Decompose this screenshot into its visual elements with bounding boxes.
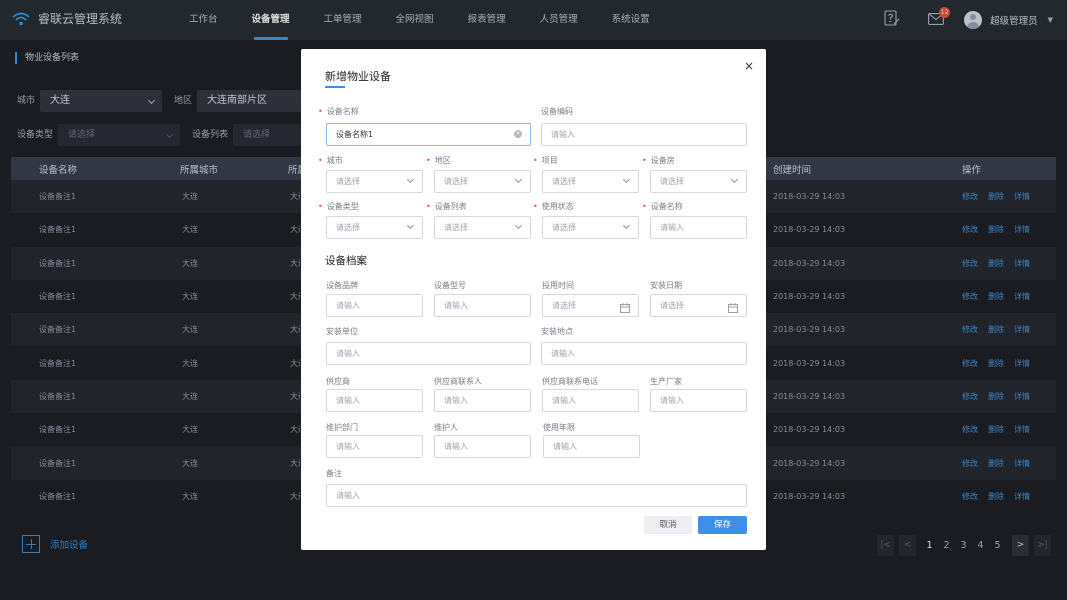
- calendar-icon: [620, 300, 630, 321]
- supplier-contact-input[interactable]: 请输入: [434, 389, 531, 412]
- chevron-down-icon: [622, 175, 631, 184]
- required-mark: •: [642, 156, 647, 165]
- model-label: 设备型号: [434, 281, 466, 290]
- chevron-down-icon: [406, 221, 415, 230]
- device-name-label-text: 设备名称: [326, 107, 359, 116]
- device-list-label: • 设备列表: [426, 201, 467, 212]
- project-label-text: 项目: [541, 156, 558, 165]
- install-date-picker[interactable]: 请选择: [650, 294, 747, 317]
- required-mark: •: [533, 202, 538, 211]
- supplier-input[interactable]: 请输入: [326, 389, 423, 412]
- calendar-icon: [728, 300, 738, 321]
- usage-status-select-placeholder: 请选择: [552, 223, 576, 232]
- device-type-label: • 设备类型: [318, 201, 359, 212]
- required-mark: •: [318, 156, 323, 165]
- install-unit-label: 安装单位: [326, 327, 358, 336]
- add-device-modal: 新增物业设备 × • 设备名称 设备名称1 × 设备编码 请输入 • 城市 请选择 •…: [301, 49, 766, 550]
- maintainer-label: 维护人: [434, 423, 458, 432]
- maintenance-dept-label: 维护部门: [326, 423, 358, 432]
- device-name-input[interactable]: 设备名称1 ×: [326, 123, 531, 146]
- supplier-phone-label: 供应商联系电话: [542, 377, 598, 386]
- usage-status-label-text: 使用状态: [541, 202, 574, 211]
- maintenance-dept-input[interactable]: 请输入: [326, 435, 423, 458]
- maintainer-input[interactable]: 请输入: [434, 435, 531, 458]
- device-type-select[interactable]: 请选择: [326, 216, 423, 239]
- city-label: • 城市: [318, 155, 343, 166]
- modal-title: 新增物业设备: [325, 70, 391, 83]
- install-place-input[interactable]: 请输入: [541, 342, 747, 365]
- cancel-button[interactable]: 取消: [644, 516, 692, 534]
- device-room-label-text: 设备房: [650, 156, 675, 165]
- chevron-down-icon: [622, 221, 631, 230]
- install-place-label: 安装地点: [541, 327, 573, 336]
- clear-icon[interactable]: ×: [514, 130, 522, 138]
- remark-input[interactable]: 请输入: [326, 484, 747, 507]
- device-type-label-text: 设备类型: [326, 202, 359, 211]
- required-mark: •: [426, 202, 431, 211]
- device-name2-label-text: 设备名称: [650, 202, 683, 211]
- project-label: • 项目: [533, 155, 558, 166]
- device-list-select-placeholder: 请选择: [444, 223, 468, 232]
- manufacturer-label: 生产厂家: [650, 377, 682, 386]
- supplier-contact-label: 供应商联系人: [434, 377, 482, 386]
- device-name-label: • 设备名称: [318, 106, 359, 117]
- device-type-select-placeholder: 请选择: [336, 223, 360, 232]
- device-code-label: 设备编码: [541, 107, 573, 116]
- use-time-picker[interactable]: 请选择: [542, 294, 639, 317]
- brand-label: 设备品牌: [326, 281, 358, 290]
- install-date-label: 安装日期: [650, 281, 682, 290]
- required-mark: •: [642, 202, 647, 211]
- area-select-placeholder: 请选择: [444, 177, 468, 186]
- area-select[interactable]: 请选择: [434, 170, 531, 193]
- chevron-down-icon: [730, 175, 739, 184]
- chevron-down-icon: [514, 175, 523, 184]
- required-mark: •: [426, 156, 431, 165]
- device-list-select[interactable]: 请选择: [434, 216, 531, 239]
- area-label-text: 地区: [434, 156, 451, 165]
- save-button[interactable]: 保存: [698, 516, 747, 534]
- required-mark: •: [318, 202, 323, 211]
- usage-status-select[interactable]: 请选择: [542, 216, 639, 239]
- required-mark: •: [533, 156, 538, 165]
- device-name2-label: • 设备名称: [642, 201, 683, 212]
- supplier-phone-input[interactable]: 请输入: [542, 389, 639, 412]
- city-select-placeholder: 请选择: [336, 177, 360, 186]
- area-label: • 地区: [426, 155, 451, 166]
- install-unit-input[interactable]: 请输入: [326, 342, 531, 365]
- model-input[interactable]: 请输入: [434, 294, 531, 317]
- device-code-input[interactable]: 请输入: [541, 123, 747, 146]
- close-icon[interactable]: ×: [744, 59, 754, 73]
- modal-title-underline: [325, 86, 345, 88]
- device-room-select[interactable]: 请选择: [650, 170, 747, 193]
- service-years-input[interactable]: 请输入: [543, 435, 640, 458]
- service-years-label: 使用年限: [543, 423, 575, 432]
- chevron-down-icon: [514, 221, 523, 230]
- use-time-placeholder: 请选择: [552, 301, 576, 310]
- project-select-placeholder: 请选择: [552, 177, 576, 186]
- device-name2-input[interactable]: 请输入: [650, 216, 747, 239]
- city-select[interactable]: 请选择: [326, 170, 423, 193]
- manufacturer-input[interactable]: 请输入: [650, 389, 747, 412]
- device-room-select-placeholder: 请选择: [660, 177, 684, 186]
- device-room-label: • 设备房: [642, 155, 675, 166]
- required-mark: •: [318, 107, 323, 116]
- usage-status-label: • 使用状态: [533, 201, 574, 212]
- use-time-label: 投用时间: [542, 281, 574, 290]
- archive-section-title: 设备档案: [325, 255, 367, 267]
- device-list-label-text: 设备列表: [434, 202, 467, 211]
- city-label-text: 城市: [326, 156, 343, 165]
- install-date-placeholder: 请选择: [660, 301, 684, 310]
- project-select[interactable]: 请选择: [542, 170, 639, 193]
- supplier-label: 供应商: [326, 377, 350, 386]
- remark-label: 备注: [326, 469, 342, 478]
- brand-input[interactable]: 请输入: [326, 294, 423, 317]
- device-name-value: 设备名称1: [336, 130, 374, 139]
- chevron-down-icon: [406, 175, 415, 184]
